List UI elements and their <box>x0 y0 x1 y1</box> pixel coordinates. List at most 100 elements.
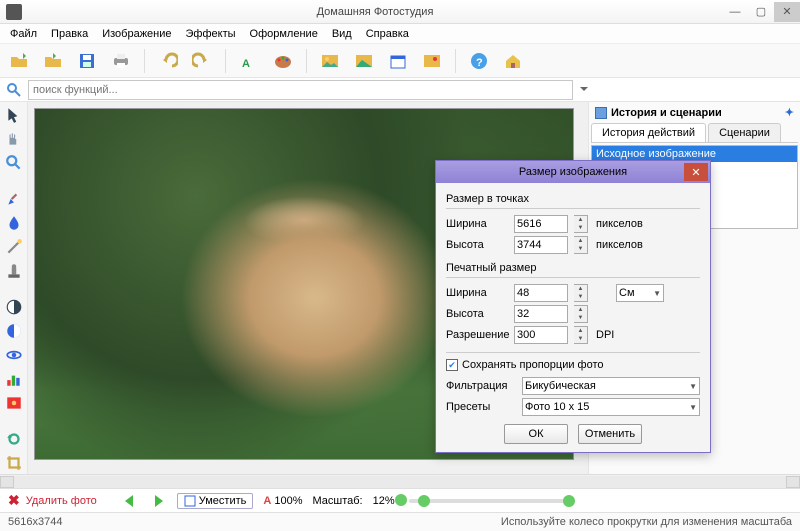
search-icon <box>6 82 22 98</box>
zoom-tool-icon[interactable] <box>5 154 23 172</box>
zoom-a-icon: A <box>263 495 271 507</box>
width-cm-label: Ширина <box>446 287 508 299</box>
svg-text:?: ? <box>476 57 483 69</box>
unit-select[interactable]: См▼ <box>616 284 664 302</box>
menu-decor[interactable]: Оформление <box>244 26 324 42</box>
palette-icon[interactable] <box>270 48 296 74</box>
print-icon[interactable] <box>108 48 134 74</box>
prev-arrow-icon[interactable] <box>121 492 141 510</box>
resolution-input[interactable]: 300 <box>514 326 568 344</box>
image1-icon[interactable] <box>317 48 343 74</box>
undo-icon[interactable] <box>155 48 181 74</box>
redo-icon[interactable] <box>189 48 215 74</box>
save-icon[interactable] <box>74 48 100 74</box>
wand-tool-icon[interactable] <box>5 238 23 256</box>
calendar-icon[interactable] <box>385 48 411 74</box>
text-icon[interactable]: A <box>236 48 262 74</box>
menu-image[interactable]: Изображение <box>96 26 177 42</box>
preset-select[interactable]: Фото 10 x 15▼ <box>522 398 700 416</box>
width-cm-input[interactable]: 48 <box>514 284 568 302</box>
tab-history[interactable]: История действий <box>591 123 706 142</box>
open-icon[interactable] <box>6 48 32 74</box>
image3-icon[interactable] <box>419 48 445 74</box>
search-input[interactable] <box>28 80 573 100</box>
tab-scenarios[interactable]: Сценарии <box>708 123 781 142</box>
window-title: Домашняя Фотостудия <box>28 6 722 18</box>
horizontal-scrollbar[interactable] <box>0 474 800 488</box>
separator <box>455 49 456 73</box>
export-icon[interactable] <box>40 48 66 74</box>
scroll-right-icon[interactable] <box>786 476 800 488</box>
ok-button[interactable]: ОК <box>504 424 568 444</box>
filter-select[interactable]: Бикубическая▼ <box>522 377 700 395</box>
levels-tool-icon[interactable] <box>5 370 23 388</box>
scroll-left-icon[interactable] <box>0 476 14 488</box>
app-icon <box>6 4 22 20</box>
stamp-tool-icon[interactable] <box>5 262 23 280</box>
keep-ratio-label: Сохранять пропорции фото <box>462 359 604 371</box>
search-dropdown-icon[interactable] <box>579 85 589 95</box>
separator <box>306 49 307 73</box>
next-arrow-icon[interactable] <box>147 492 167 510</box>
keep-ratio-checkbox[interactable]: ✔ Сохранять пропорции фото <box>446 359 700 371</box>
resize-dialog: Размер изображения ✕ Размер в точках Шир… <box>435 160 711 453</box>
delete-icon: ✖ <box>8 492 20 509</box>
delete-photo-button[interactable]: ✖ Удалить фото <box>8 492 97 509</box>
maximize-button[interactable]: ▢ <box>748 2 774 22</box>
filter-label: Фильтрация <box>446 380 516 392</box>
height-px-input[interactable]: 3744 <box>514 236 568 254</box>
menu-edit[interactable]: Правка <box>45 26 94 42</box>
height-cm-spinner[interactable]: ▲▼ <box>574 305 588 323</box>
zoom-slider-knob[interactable] <box>418 495 430 507</box>
width-cm-spinner[interactable]: ▲▼ <box>574 284 588 302</box>
height-px-spinner[interactable]: ▲▼ <box>574 236 588 254</box>
resolution-spinner[interactable]: ▲▼ <box>574 326 588 344</box>
resolution-label: Разрешение <box>446 329 508 341</box>
dialog-close-icon[interactable]: ✕ <box>684 163 708 181</box>
dialog-title: Размер изображения <box>519 166 627 178</box>
scale-label: Масштаб: <box>312 495 362 507</box>
hand-tool-icon[interactable] <box>5 130 23 148</box>
zoom-in-icon[interactable] <box>563 495 575 507</box>
rotate-tool-icon[interactable] <box>5 430 23 448</box>
status-bar: 5616x3744 Используйте колесо прокрутки д… <box>0 512 800 531</box>
image2-icon[interactable] <box>351 48 377 74</box>
menu-effects[interactable]: Эффекты <box>180 26 242 42</box>
titlebar: Домашняя Фотостудия — ▢ ✕ <box>0 0 800 24</box>
resolution-unit: DPI <box>596 329 614 341</box>
brush-tool-icon[interactable] <box>5 190 23 208</box>
left-toolbar <box>0 102 28 474</box>
width-px-input[interactable]: 5616 <box>514 215 568 233</box>
adjust-tool-icon[interactable] <box>5 322 23 340</box>
separator <box>225 49 226 73</box>
crop-tool-icon[interactable] <box>5 454 23 472</box>
bottom-bar: ✖ Удалить фото Уместить A 100% Масштаб: … <box>0 488 800 512</box>
effects-tool-icon[interactable] <box>5 394 23 412</box>
close-button[interactable]: ✕ <box>774 2 800 22</box>
fit-icon <box>184 495 196 507</box>
minimize-button[interactable]: — <box>722 2 748 22</box>
fit-button[interactable]: Уместить <box>177 493 254 509</box>
contrast-tool-icon[interactable] <box>5 298 23 316</box>
zoom-slider[interactable] <box>409 499 569 503</box>
drop-tool-icon[interactable] <box>5 214 23 232</box>
panel-add-icon[interactable]: ✦ <box>785 106 794 119</box>
width-px-label: Ширина <box>446 218 508 230</box>
panel-icon <box>595 107 607 119</box>
pointer-tool-icon[interactable] <box>5 106 23 124</box>
home-icon[interactable] <box>500 48 526 74</box>
eye-tool-icon[interactable] <box>5 346 23 364</box>
menu-file[interactable]: Файл <box>4 26 43 42</box>
dialog-titlebar[interactable]: Размер изображения ✕ <box>436 161 710 183</box>
width-px-spinner[interactable]: ▲▼ <box>574 215 588 233</box>
height-px-unit: пикселов <box>596 239 643 251</box>
cancel-button[interactable]: Отменить <box>578 424 642 444</box>
zoom-100-button[interactable]: A 100% <box>263 495 302 507</box>
menu-view[interactable]: Вид <box>326 26 358 42</box>
height-cm-input[interactable]: 32 <box>514 305 568 323</box>
menu-help[interactable]: Справка <box>360 26 415 42</box>
help-icon[interactable]: ? <box>466 48 492 74</box>
zoom-out-icon[interactable] <box>395 494 407 506</box>
scale-value: 12% <box>373 495 395 507</box>
separator <box>144 49 145 73</box>
